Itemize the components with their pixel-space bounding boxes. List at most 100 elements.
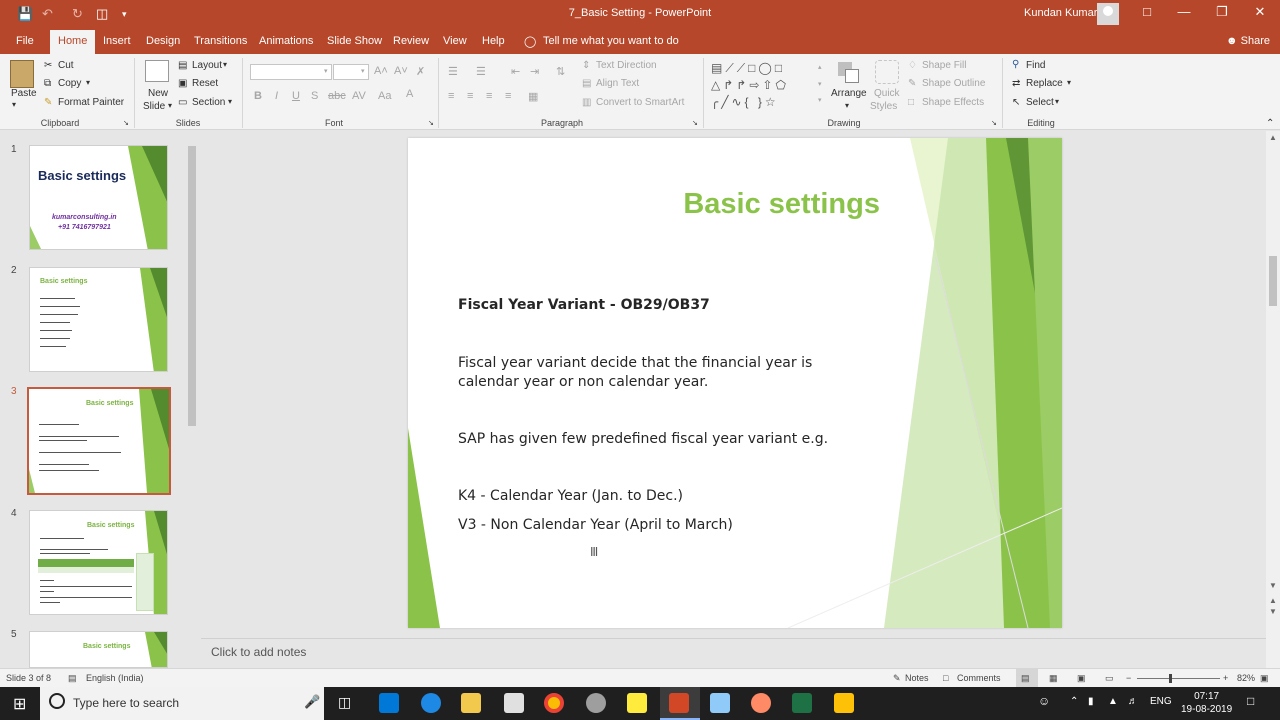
- find-button[interactable]: Find: [1026, 60, 1045, 71]
- zoom-slider-thumb[interactable]: [1169, 674, 1172, 683]
- taskbar-search[interactable]: Type here to search 🎤: [40, 687, 324, 720]
- find-icon[interactable]: ⚲: [1012, 59, 1019, 70]
- align-center-icon[interactable]: ≡: [467, 90, 473, 102]
- font-name-dropdown-icon[interactable]: ▾: [324, 67, 328, 75]
- shape-effects-button[interactable]: Shape Effects: [922, 97, 984, 108]
- action-center-icon[interactable]: □: [1247, 694, 1254, 708]
- quick-styles-button[interactable]: Quick: [874, 88, 900, 99]
- maximize-button[interactable]: ❐: [1212, 4, 1232, 20]
- clear-formatting-icon[interactable]: ✗: [416, 65, 425, 78]
- excel-icon[interactable]: [792, 693, 812, 713]
- tab-slide-show[interactable]: Slide Show: [327, 35, 382, 47]
- slide-scroll-thumb[interactable]: [1269, 256, 1277, 306]
- file-explorer-icon[interactable]: [461, 693, 481, 713]
- battery-icon[interactable]: ▮: [1088, 696, 1094, 707]
- tell-me-search[interactable]: Tell me what you want to do: [543, 35, 679, 47]
- shapes-gallery[interactable]: ▤⟋⟋□◯□ △↱↱⇨⇧⬠ ╭╱∿{ }☆: [711, 60, 823, 112]
- strikethrough-icon[interactable]: abc: [328, 90, 346, 102]
- cut-icon[interactable]: ✂: [44, 60, 52, 71]
- tab-transitions[interactable]: Transitions: [194, 35, 247, 47]
- ribbon-display-options-icon[interactable]: □: [1137, 4, 1157, 19]
- slide-thumbnail-4[interactable]: Basic settings: [29, 510, 168, 615]
- shape-outline-button[interactable]: Shape Outline: [922, 78, 985, 89]
- slide-item-k4[interactable]: K4 - Calendar Year (Jan. to Dec.): [458, 486, 683, 506]
- scroll-up-icon[interactable]: ▲: [1269, 133, 1277, 142]
- layout-dropdown-icon[interactable]: ▾: [223, 60, 227, 69]
- line-spacing-icon[interactable]: ⇅: [556, 65, 565, 78]
- convert-smartart-button[interactable]: Convert to SmartArt: [596, 97, 684, 108]
- slide-thumbnail-5[interactable]: Basic settings: [29, 631, 168, 668]
- windows-start-icon[interactable]: ⊞: [13, 694, 26, 714]
- text-shadow-icon[interactable]: S: [311, 90, 318, 102]
- comments-icon[interactable]: □: [943, 673, 948, 683]
- input-language[interactable]: ENG: [1150, 696, 1172, 707]
- notes-button[interactable]: Notes: [905, 673, 929, 683]
- format-painter-button[interactable]: Format Painter: [58, 97, 124, 108]
- new-slide-dropdown-icon[interactable]: ▾: [168, 101, 172, 110]
- slide-title[interactable]: Basic settings: [638, 188, 880, 221]
- paste-icon[interactable]: [10, 60, 34, 88]
- columns-icon[interactable]: ▦: [528, 90, 538, 103]
- slide-show-icon[interactable]: ▭: [1105, 673, 1114, 684]
- decrease-font-size-icon[interactable]: A˅: [394, 65, 408, 77]
- mail-icon[interactable]: [504, 693, 524, 713]
- bold-icon[interactable]: B: [254, 90, 262, 102]
- font-name-input[interactable]: [250, 64, 332, 80]
- current-slide[interactable]: Basic settings Fiscal Year Variant - OB2…: [408, 138, 1062, 628]
- format-painter-icon[interactable]: ✎: [44, 97, 52, 108]
- next-slide-icon[interactable]: ▼: [1269, 607, 1277, 616]
- chrome-icon[interactable]: [544, 693, 564, 713]
- italic-icon[interactable]: I: [275, 90, 278, 102]
- arrange-icon[interactable]: [836, 60, 862, 86]
- app-icon-2[interactable]: [751, 693, 771, 713]
- copy-button[interactable]: Copy: [58, 78, 81, 89]
- slide-thumbnail-3[interactable]: Basic settings: [27, 387, 171, 495]
- tab-file[interactable]: File: [16, 35, 34, 47]
- close-button[interactable]: ✕: [1250, 4, 1270, 20]
- shape-effects-icon[interactable]: □: [908, 97, 914, 108]
- edge-icon[interactable]: [421, 693, 441, 713]
- tab-design[interactable]: Design: [146, 35, 180, 47]
- new-slide-button[interactable]: New: [148, 88, 168, 99]
- arrange-dropdown-icon[interactable]: ▾: [845, 101, 849, 110]
- layout-button[interactable]: Layout: [192, 60, 222, 71]
- font-size-dropdown-icon[interactable]: ▾: [361, 67, 365, 75]
- slide-paragraph-2[interactable]: SAP has given few predefined fiscal year…: [458, 429, 828, 449]
- replace-button[interactable]: Replace: [1026, 78, 1063, 89]
- shape-fill-icon[interactable]: ♢: [908, 60, 917, 71]
- underline-icon[interactable]: U: [292, 90, 300, 102]
- reading-view-icon[interactable]: ▣: [1077, 673, 1086, 684]
- zoom-level[interactable]: 82%: [1237, 673, 1255, 683]
- text-direction-button[interactable]: Text Direction: [596, 60, 657, 71]
- shapes-scroll-up-icon[interactable]: ▴: [818, 63, 822, 71]
- arrange-button[interactable]: Arrange: [831, 88, 867, 99]
- font-color-icon[interactable]: A: [406, 88, 413, 100]
- store-icon[interactable]: [379, 693, 399, 713]
- align-left-icon[interactable]: ≡: [448, 90, 454, 102]
- notes-pane[interactable]: Click to add notes: [201, 638, 1266, 666]
- tab-insert[interactable]: Insert: [103, 35, 131, 47]
- copy-dropdown-icon[interactable]: ▾: [86, 78, 90, 87]
- new-slide-button-line2[interactable]: Slide: [143, 101, 165, 112]
- replace-dropdown-icon[interactable]: ▾: [1067, 78, 1071, 87]
- sticky-notes-icon[interactable]: [627, 693, 647, 713]
- app-icon[interactable]: [586, 693, 606, 713]
- copy-icon[interactable]: ⧉: [44, 78, 51, 89]
- font-launcher-icon[interactable]: ↘: [428, 119, 434, 127]
- user-name[interactable]: Kundan Kumar: [1024, 7, 1097, 19]
- slide-thumbnail-1[interactable]: Basic settings kumarconsulting.in +91 74…: [29, 145, 168, 250]
- thumbnails-scroll-thumb[interactable]: [188, 146, 196, 426]
- share-button[interactable]: ☻ Share: [1226, 35, 1270, 47]
- taskbar-search-placeholder[interactable]: Type here to search: [73, 696, 179, 710]
- drawing-launcher-icon[interactable]: ↘: [991, 119, 997, 127]
- align-text-icon[interactable]: ▤: [582, 78, 591, 89]
- reset-button[interactable]: Reset: [192, 78, 218, 89]
- section-button[interactable]: Section: [192, 97, 225, 108]
- align-right-icon[interactable]: ≡: [486, 90, 492, 102]
- previous-slide-icon[interactable]: ▲: [1269, 596, 1277, 605]
- text-direction-icon[interactable]: ⇕: [582, 60, 590, 71]
- slide-scrollbar[interactable]: ▲ ▼ ▲ ▼: [1266, 131, 1280, 668]
- clipboard-launcher-icon[interactable]: ↘: [123, 119, 129, 127]
- notes-placeholder[interactable]: Click to add notes: [211, 645, 306, 659]
- scroll-down-icon[interactable]: ▼: [1269, 581, 1277, 590]
